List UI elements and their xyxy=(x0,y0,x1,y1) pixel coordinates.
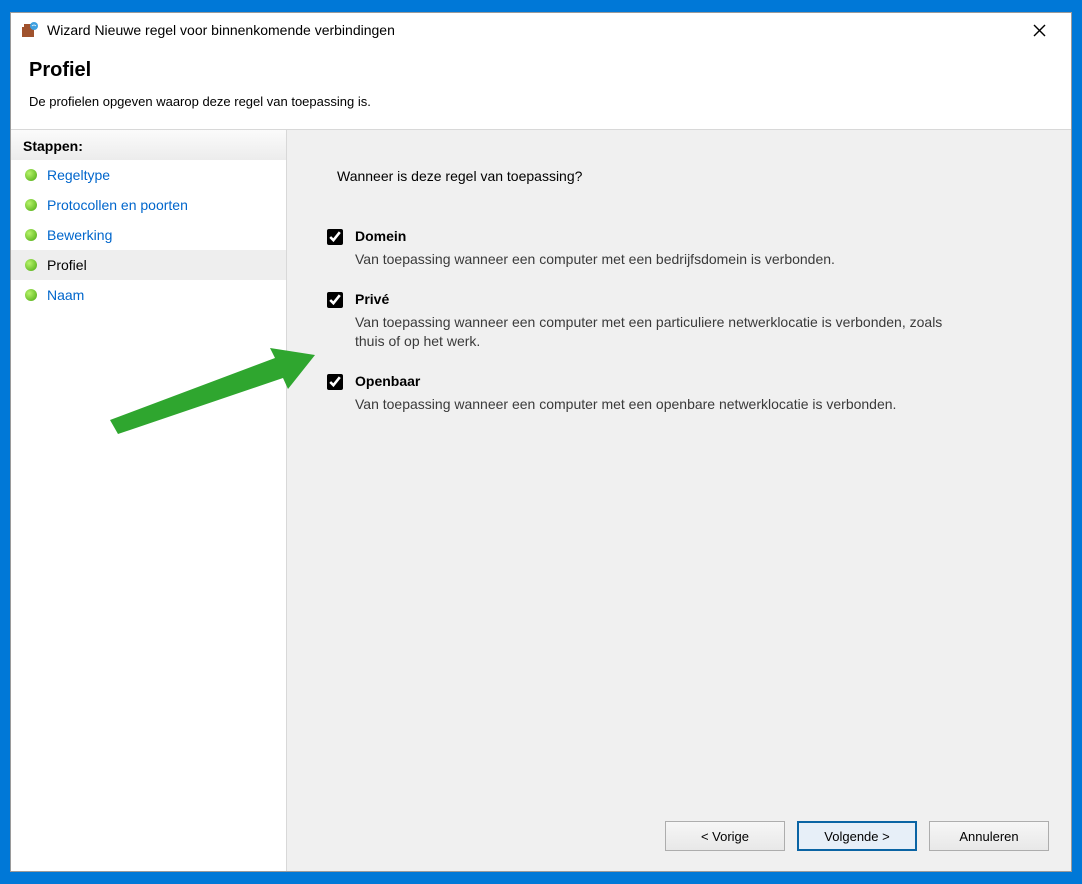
option-desc: Van toepassing wanneer een computer met … xyxy=(355,313,975,351)
option-openbaar: Openbaar Van toepassing wanneer een comp… xyxy=(327,373,1031,414)
sidebar-item-label: Naam xyxy=(47,287,84,303)
steps-sidebar: Stappen: Regeltype Protocollen en poorte… xyxy=(11,130,287,871)
checkbox-openbaar[interactable] xyxy=(327,374,343,390)
sidebar-item-label: Bewerking xyxy=(47,227,112,243)
sidebar-item-protocollen[interactable]: Protocollen en poorten xyxy=(11,190,286,220)
option-label: Privé xyxy=(355,291,975,307)
checkbox-prive[interactable] xyxy=(327,292,343,308)
window-title: Wizard Nieuwe regel voor binnenkomende v… xyxy=(47,22,1017,38)
page-title: Profiel xyxy=(29,59,1053,82)
option-label: Openbaar xyxy=(355,373,896,389)
option-label: Domein xyxy=(355,228,835,244)
checkbox-domein[interactable] xyxy=(327,229,343,245)
page-subtitle: De profielen opgeven waarop deze regel v… xyxy=(29,94,1053,109)
sidebar-item-label: Profiel xyxy=(47,257,87,273)
step-bullet-icon xyxy=(25,259,37,271)
sidebar-item-label: Regeltype xyxy=(47,167,110,183)
step-bullet-icon xyxy=(25,289,37,301)
sidebar-item-regeltype[interactable]: Regeltype xyxy=(11,160,286,190)
sidebar-item-label: Protocollen en poorten xyxy=(47,197,188,213)
option-desc: Van toepassing wanneer een computer met … xyxy=(355,395,896,414)
content-question: Wanneer is deze regel van toepassing? xyxy=(337,168,1031,184)
wizard-body: Stappen: Regeltype Protocollen en poorte… xyxy=(11,130,1071,871)
wizard-buttons: < Vorige Volgende > Annuleren xyxy=(665,821,1049,851)
cancel-button[interactable]: Annuleren xyxy=(929,821,1049,851)
wizard-header: Profiel De profielen opgeven waarop deze… xyxy=(11,47,1071,130)
close-icon xyxy=(1033,24,1046,37)
option-prive: Privé Van toepassing wanneer een compute… xyxy=(327,291,1031,351)
close-button[interactable] xyxy=(1017,15,1061,45)
titlebar: Wizard Nieuwe regel voor binnenkomende v… xyxy=(11,13,1071,47)
back-button[interactable]: < Vorige xyxy=(665,821,785,851)
wizard-content: Wanneer is deze regel van toepassing? Do… xyxy=(287,130,1071,871)
next-button[interactable]: Volgende > xyxy=(797,821,917,851)
step-bullet-icon xyxy=(25,229,37,241)
steps-heading: Stappen: xyxy=(11,130,286,160)
wizard-window: Wizard Nieuwe regel voor binnenkomende v… xyxy=(10,12,1072,872)
step-bullet-icon xyxy=(25,169,37,181)
option-desc: Van toepassing wanneer een computer met … xyxy=(355,250,835,269)
sidebar-item-bewerking[interactable]: Bewerking xyxy=(11,220,286,250)
option-domein: Domein Van toepassing wanneer een comput… xyxy=(327,228,1031,269)
app-icon xyxy=(21,21,39,39)
sidebar-item-profiel[interactable]: Profiel xyxy=(11,250,286,280)
step-bullet-icon xyxy=(25,199,37,211)
sidebar-item-naam[interactable]: Naam xyxy=(11,280,286,310)
